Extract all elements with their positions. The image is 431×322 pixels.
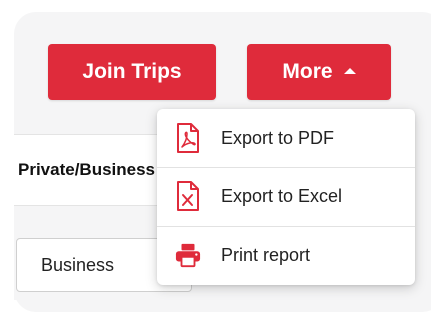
print-report-label: Print report [221, 244, 311, 265]
file-excel-icon [175, 181, 201, 211]
print-report-menu-item[interactable]: Print report [157, 226, 415, 284]
more-dropdown-menu: Export to PDF Export to Excel Print repo… [157, 109, 415, 285]
export-pdf-menu-item[interactable]: Export to PDF [157, 109, 415, 167]
join-trips-button[interactable]: Join Trips [48, 44, 216, 100]
join-trips-label: Join Trips [82, 60, 182, 83]
column-header-label: Private/Business [18, 160, 156, 179]
trip-type-value: Business [41, 254, 115, 275]
more-button[interactable]: More [247, 44, 391, 100]
private-business-column-header[interactable]: Private/Business [14, 134, 164, 206]
app-screen: Join Trips More Private/Business Busines… [0, 0, 431, 322]
export-pdf-label: Export to PDF [221, 127, 335, 148]
more-label: More [282, 60, 333, 83]
export-excel-menu-item[interactable]: Export to Excel [157, 167, 415, 225]
export-excel-label: Export to Excel [221, 185, 343, 206]
file-pdf-icon [175, 123, 201, 153]
caret-up-icon [343, 68, 356, 74]
printer-icon [175, 240, 201, 270]
